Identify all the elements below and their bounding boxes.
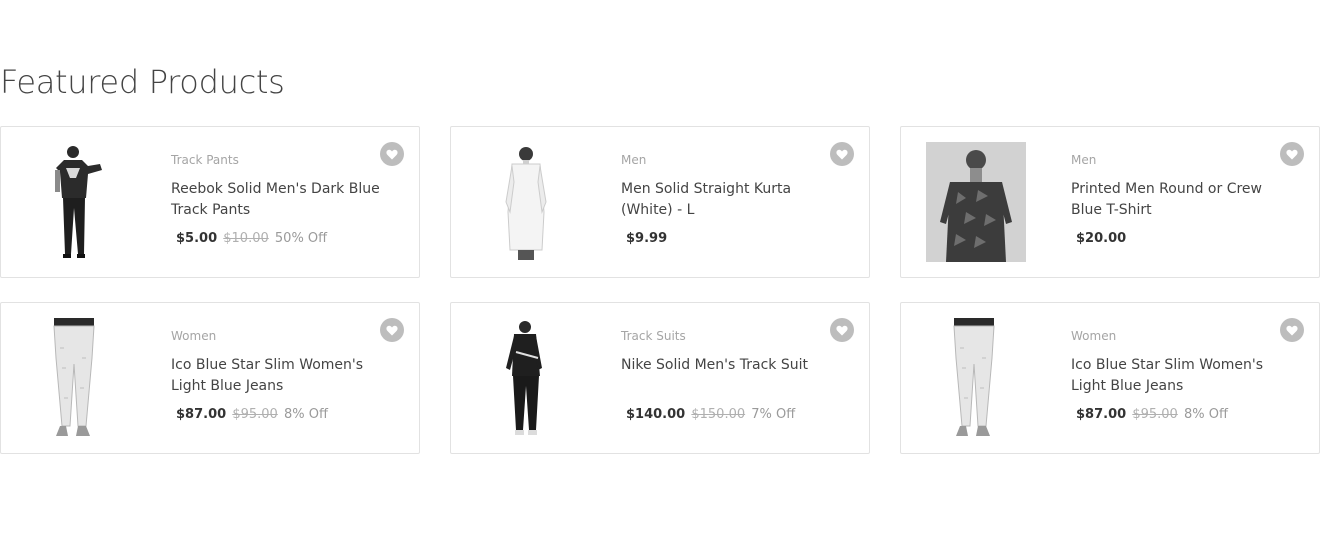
- product-price: $87.00: [1076, 407, 1127, 422]
- product-old-price: $95.00: [1132, 407, 1178, 422]
- product-name-link[interactable]: Nike Solid Men's Track Suit: [621, 355, 836, 397]
- product-card[interactable]: Women Ico Blue Star Slim Women's Light B…: [0, 302, 420, 454]
- product-category: Men: [621, 153, 647, 167]
- product-name-link[interactable]: Ico Blue Star Slim Women's Light Blue Je…: [1071, 355, 1286, 397]
- product-discount: 7% Off: [751, 407, 796, 422]
- product-image[interactable]: [476, 318, 576, 438]
- wishlist-button[interactable]: [830, 318, 854, 342]
- wishlist-button[interactable]: [1280, 142, 1304, 166]
- product-discount: 8% Off: [1183, 407, 1228, 422]
- heart-icon: [1286, 149, 1298, 159]
- heart-icon: [386, 149, 398, 159]
- product-image[interactable]: [926, 318, 1026, 438]
- heart-icon: [1286, 325, 1298, 335]
- product-old-price: $150.00: [691, 407, 746, 422]
- price-row: $20.00: [1071, 230, 1286, 248]
- product-price: $87.00: [176, 407, 227, 422]
- heart-icon: [836, 149, 848, 159]
- section-title: Featured Products: [0, 63, 285, 101]
- wishlist-button[interactable]: [830, 142, 854, 166]
- product-category: Track Suits: [621, 329, 686, 343]
- product-card[interactable]: Women Ico Blue Star Slim Women's Light B…: [900, 302, 1320, 454]
- product-discount: 50% Off: [274, 231, 328, 246]
- product-image[interactable]: [476, 142, 576, 262]
- product-category: Women: [171, 329, 217, 343]
- product-card[interactable]: Track Suits Nike Solid Men's Track Suit …: [450, 302, 870, 454]
- product-image[interactable]: [26, 318, 126, 438]
- price-row: $5.00 $10.00 50% Off: [171, 230, 386, 248]
- product-card[interactable]: Men Printed Men Round or Crew Blue T-Shi…: [900, 126, 1320, 278]
- product-name-link[interactable]: Men Solid Straight Kurta (White) - L: [621, 179, 836, 221]
- wishlist-button[interactable]: [380, 318, 404, 342]
- product-name-link[interactable]: Printed Men Round or Crew Blue T-Shirt: [1071, 179, 1286, 221]
- product-price: $140.00: [626, 407, 686, 422]
- price-row: $87.00 $95.00 8% Off: [1071, 406, 1286, 424]
- product-price: $5.00: [176, 231, 218, 246]
- price-row: $9.99: [621, 230, 836, 248]
- wishlist-button[interactable]: [380, 142, 404, 166]
- product-old-price: $95.00: [232, 407, 278, 422]
- product-discount: 8% Off: [283, 407, 328, 422]
- price-row: $87.00 $95.00 8% Off: [171, 406, 386, 424]
- product-price: $20.00: [1076, 231, 1127, 246]
- product-card[interactable]: Track Pants Reebok Solid Men's Dark Blue…: [0, 126, 420, 278]
- heart-icon: [836, 325, 848, 335]
- product-grid: Track Pants Reebok Solid Men's Dark Blue…: [0, 126, 1320, 454]
- product-old-price: $10.00: [223, 231, 269, 246]
- product-card[interactable]: Men Men Solid Straight Kurta (White) - L…: [450, 126, 870, 278]
- heart-icon: [386, 325, 398, 335]
- product-name-link[interactable]: Reebok Solid Men's Dark Blue Track Pants: [171, 179, 386, 221]
- wishlist-button[interactable]: [1280, 318, 1304, 342]
- product-image[interactable]: [926, 142, 1026, 262]
- product-category: Men: [1071, 153, 1097, 167]
- product-category: Track Pants: [171, 153, 239, 167]
- product-category: Women: [1071, 329, 1117, 343]
- price-row: $140.00 $150.00 7% Off: [621, 406, 836, 424]
- product-name-link[interactable]: Ico Blue Star Slim Women's Light Blue Je…: [171, 355, 386, 397]
- product-price: $9.99: [626, 231, 668, 246]
- product-image[interactable]: [26, 142, 126, 262]
